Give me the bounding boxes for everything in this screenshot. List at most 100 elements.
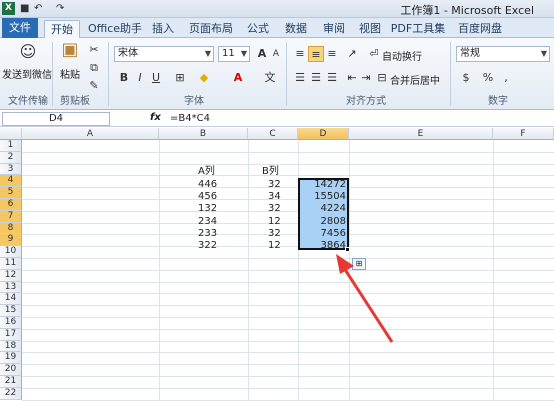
cell-c9[interactable]: 12: [268, 240, 281, 252]
tab-review[interactable]: 审阅: [316, 20, 352, 38]
row-header[interactable]: 18: [0, 340, 22, 353]
accounting-format-icon[interactable]: $: [458, 70, 474, 86]
column-header-b[interactable]: B: [159, 128, 248, 140]
border-icon[interactable]: ⊞: [172, 70, 188, 86]
paste-button[interactable]: 粘贴: [58, 66, 82, 81]
align-right-icon[interactable]: ☰: [324, 70, 340, 86]
fill-color-icon[interactable]: ◆: [196, 70, 212, 86]
cell-d5[interactable]: 15504: [300, 191, 346, 203]
save-icon[interactable]: ■: [20, 2, 29, 15]
row-header[interactable]: 6: [0, 199, 22, 211]
percent-style-icon[interactable]: %: [480, 70, 496, 86]
orientation-icon[interactable]: ↗: [344, 46, 360, 62]
row-header[interactable]: 21: [0, 376, 22, 388]
row-header[interactable]: 11: [0, 258, 22, 270]
shrink-font-icon[interactable]: A: [268, 46, 284, 62]
tab-file[interactable]: 文件: [2, 18, 38, 38]
redo-icon[interactable]: ↷: [56, 2, 64, 15]
wrap-text-button[interactable]: 自动换行: [382, 48, 434, 63]
align-top-icon[interactable]: ≡: [292, 46, 308, 62]
underline-button[interactable]: U: [148, 70, 164, 86]
cell-d7[interactable]: 2808: [300, 216, 346, 228]
cell-b9[interactable]: 322: [198, 240, 217, 252]
row-header[interactable]: 17: [0, 328, 22, 341]
tab-formulas[interactable]: 公式: [240, 20, 276, 38]
row-header[interactable]: 1: [0, 140, 22, 152]
cell-b3[interactable]: A列: [198, 166, 215, 178]
row-header[interactable]: 16: [0, 317, 22, 329]
cell-c5[interactable]: 34: [268, 191, 281, 203]
align-center-icon[interactable]: ☰: [308, 70, 324, 86]
cell-b8[interactable]: 233: [198, 228, 217, 240]
row-header[interactable]: 15: [0, 305, 22, 317]
increase-indent-icon[interactable]: ⇥: [358, 70, 374, 86]
tab-insert[interactable]: 插入: [146, 20, 180, 38]
cell-c8[interactable]: 32: [268, 228, 281, 240]
font-name-select[interactable]: 宋体 ▼: [114, 46, 214, 62]
cell-c6[interactable]: 32: [268, 203, 281, 215]
align-left-icon[interactable]: ☰: [292, 70, 308, 86]
row-header[interactable]: 22: [0, 387, 22, 400]
paste-icon[interactable]: ▣: [60, 41, 80, 64]
formula-input[interactable]: =B4*C4: [170, 112, 210, 126]
merge-icon[interactable]: ⊟: [374, 70, 390, 86]
tab-page-layout[interactable]: 页面布局: [182, 20, 240, 38]
row-header[interactable]: 3: [0, 163, 22, 176]
tab-office-helper[interactable]: Office助手: [84, 20, 146, 38]
merge-center-button[interactable]: 合并后居中: [390, 72, 442, 87]
cut-icon[interactable]: ✂: [86, 42, 102, 58]
column-header-d[interactable]: D: [298, 128, 349, 140]
column-header-e[interactable]: E: [349, 128, 493, 140]
row-header[interactable]: 14: [0, 293, 22, 306]
tab-baidu-netdisk[interactable]: 百度网盘: [452, 20, 508, 38]
row-header[interactable]: 19: [0, 352, 22, 365]
row-header[interactable]: 7: [0, 210, 22, 223]
italic-button[interactable]: I: [132, 70, 148, 86]
select-all-corner[interactable]: [0, 128, 22, 140]
row-header[interactable]: 10: [0, 246, 22, 258]
spreadsheet-grid[interactable]: A B C D E F 1 2 3 4 5 6 7 8 9 10 11 12 13 14 15 16 17 18 1…: [0, 128, 554, 401]
row-header[interactable]: 9: [0, 234, 22, 247]
row-header[interactable]: 5: [0, 187, 22, 199]
chevron-down-icon: ▼: [540, 49, 547, 58]
cell-b5[interactable]: 456: [198, 191, 217, 203]
cell-b4[interactable]: 446: [198, 179, 217, 191]
cell-c4[interactable]: 32: [268, 179, 281, 191]
wrap-text-icon[interactable]: ⏎: [366, 46, 382, 62]
insert-function-icon[interactable]: fx: [150, 112, 161, 123]
cell-d6[interactable]: 4224: [300, 203, 346, 215]
copy-icon[interactable]: ⧉: [86, 60, 102, 76]
cell-b6[interactable]: 132: [198, 203, 217, 215]
cell-c3[interactable]: B列: [262, 166, 279, 178]
align-middle-icon[interactable]: ≡: [308, 46, 324, 62]
column-header-c[interactable]: C: [248, 128, 298, 140]
cell-c7[interactable]: 12: [268, 216, 281, 228]
send-to-wechat-button[interactable]: 发送到微信: [2, 66, 52, 81]
tab-home[interactable]: 开始: [44, 20, 80, 38]
phonetic-icon[interactable]: 文: [262, 70, 278, 86]
font-size-select[interactable]: 11 ▼: [218, 46, 250, 62]
cell-d4[interactable]: 14272: [300, 179, 346, 191]
number-format-select[interactable]: 常规 ▼: [456, 46, 550, 62]
align-bottom-icon[interactable]: ≡: [324, 46, 340, 62]
tab-pdf-tools[interactable]: PDF工具集: [388, 20, 448, 38]
cell-b7[interactable]: 234: [198, 216, 217, 228]
cell-d8[interactable]: 7456: [300, 228, 346, 240]
tab-view[interactable]: 视图: [352, 20, 388, 38]
row-header[interactable]: 13: [0, 281, 22, 294]
excel-app-icon[interactable]: X: [2, 2, 15, 15]
font-color-icon[interactable]: A: [230, 70, 246, 86]
undo-icon[interactable]: ↶: [34, 2, 42, 15]
row-header[interactable]: 20: [0, 364, 22, 376]
row-header[interactable]: 4: [0, 175, 22, 188]
name-box[interactable]: D4: [2, 112, 110, 126]
comma-style-icon[interactable]: ,: [498, 70, 514, 86]
cell-d9[interactable]: 3864: [300, 240, 346, 252]
row-header[interactable]: 2: [0, 151, 22, 164]
row-header[interactable]: 12: [0, 269, 22, 282]
column-header-a[interactable]: A: [22, 128, 159, 140]
bold-button[interactable]: B: [116, 70, 132, 86]
column-header-f[interactable]: F: [493, 128, 554, 140]
row-header[interactable]: 8: [0, 222, 22, 235]
tab-data[interactable]: 数据: [278, 20, 314, 38]
